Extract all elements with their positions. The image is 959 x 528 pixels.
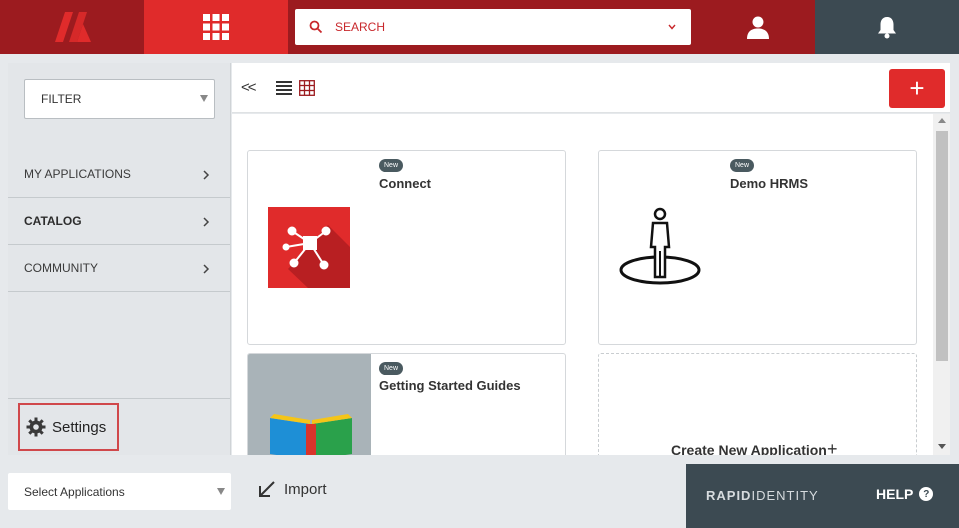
app-card-connect[interactable]: New Connect [247,150,566,345]
brand-bold: RAPID [706,488,752,503]
search-input[interactable] [335,20,655,34]
settings-label: Settings [52,418,107,436]
scroll-down-arrow-icon[interactable] [938,444,946,449]
card-title: Getting Started Guides [379,378,521,393]
new-badge: New [730,159,755,172]
caret-down-icon [217,488,225,495]
person-platform-icon [619,207,701,285]
search-icon [309,20,323,34]
top-bar [0,0,959,54]
catalog-content: New Connect New Demo HRMS New Getting St… [232,114,950,455]
help-label: HELP [876,486,914,502]
gear-icon [26,417,46,437]
new-badge: New [379,362,404,375]
card-title: Connect [379,176,431,191]
app-root: FILTER MY APPLICATIONS CATALOG COMMUNITY [0,0,959,528]
app-card-demo-hrms[interactable]: New Demo HRMS [598,150,917,345]
select-applications-dropdown[interactable]: Select Applications [8,473,231,510]
user-icon [746,16,769,39]
help-button[interactable]: HELP ? [876,486,934,502]
vertical-scrollbar[interactable] [933,114,950,455]
sidebar-item-label: CATALOG [24,214,82,228]
user-profile-button[interactable] [700,0,815,54]
select-applications-label: Select Applications [24,484,125,499]
app-grid-icon [203,14,229,40]
sidebar-item-community[interactable]: COMMUNITY [8,245,230,292]
sidebar-item-label: COMMUNITY [24,261,98,275]
add-application-button[interactable]: + [889,69,945,108]
chevron-right-icon [203,170,210,180]
footer-brand-bar: RAPIDIDENTITY HELP ? [686,464,959,528]
connect-app-icon [268,207,350,288]
sidebar-item-label: MY APPLICATIONS [24,167,131,181]
app-card-getting-started-guides[interactable]: New Getting Started Guides [247,353,566,455]
sidebar-item-catalog[interactable]: CATALOG [8,198,230,245]
sidebar: FILTER MY APPLICATIONS CATALOG COMMUNITY [8,63,231,455]
list-view-icon[interactable] [276,80,292,96]
settings-button[interactable]: Settings [18,403,119,451]
toolbar: << + [232,63,950,113]
grid-view-icon[interactable] [299,80,315,96]
filter-dropdown[interactable]: FILTER [24,79,215,119]
collapse-sidebar-button[interactable]: << [241,79,256,96]
notifications-button[interactable] [815,0,959,54]
apps-menu-button[interactable] [144,0,288,54]
card-thumbnail [248,354,371,455]
chevron-down-icon[interactable] [667,22,677,32]
scrollbar-thumb[interactable] [936,131,948,361]
import-label: Import [284,480,327,498]
caret-down-icon [200,95,208,102]
bell-icon [878,17,896,39]
import-arrow-icon [259,481,275,497]
import-button[interactable]: Import [258,480,327,498]
chevron-right-icon [203,217,210,227]
create-new-application-card[interactable]: Create New Application + [598,353,917,455]
scroll-up-arrow-icon[interactable] [938,118,946,123]
card-title: Demo HRMS [730,176,809,191]
brand-logo-text: RAPIDIDENTITY [706,488,819,503]
divider [8,398,230,399]
sidebar-item-my-applications[interactable]: MY APPLICATIONS [8,151,230,198]
new-badge: New [379,159,404,172]
search-bar[interactable] [295,9,691,45]
rapididentity-logo-icon [55,12,91,42]
plus-icon: + [827,439,838,455]
book-icon [270,414,352,455]
filter-label: FILTER [41,92,82,106]
sidebar-nav: MY APPLICATIONS CATALOG COMMUNITY [8,151,230,292]
chevron-right-icon [203,264,210,274]
create-new-application-label: Create New Application [671,442,827,455]
question-circle-icon: ? [919,487,934,501]
logo[interactable] [0,0,144,54]
brand-rest: IDENTITY [751,488,819,503]
